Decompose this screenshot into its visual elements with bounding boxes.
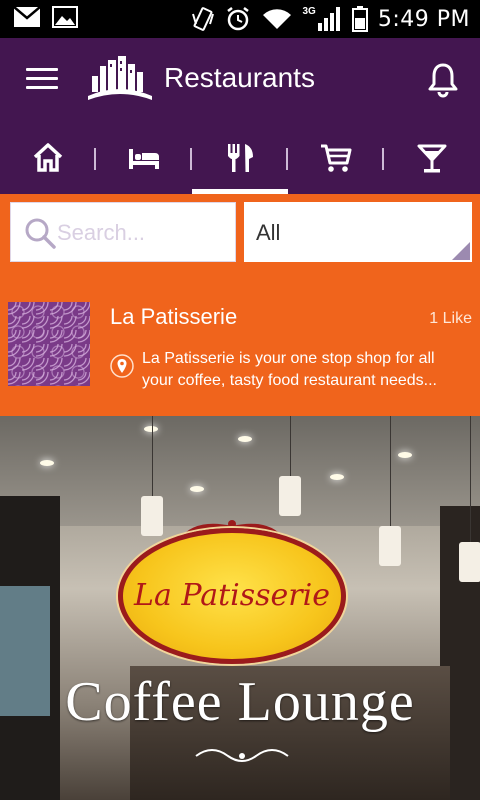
search-icon — [25, 218, 56, 249]
wifi-icon — [262, 9, 291, 29]
home-icon — [33, 143, 63, 172]
vibrate-icon — [191, 7, 214, 31]
restaurant-description: La Patisserie is your one stop shop for … — [142, 350, 437, 389]
sign-brand-name: La Patisserie — [134, 578, 330, 613]
location-pin-icon — [110, 354, 134, 378]
search-row: All — [0, 194, 480, 268]
network-type: 3G — [302, 5, 316, 17]
clock: 5:49 PM — [377, 6, 470, 32]
restaurant-thumbnail — [8, 302, 90, 386]
hamburger-icon[interactable] — [26, 68, 58, 92]
dropdown-corner-icon — [452, 242, 470, 260]
fork-knife-icon — [228, 144, 253, 172]
restaurant-title: La Patisserie — [110, 304, 238, 329]
gmail-icon — [14, 7, 40, 27]
signal-icon — [317, 7, 340, 31]
bed-icon — [129, 149, 159, 169]
page-title: Restaurants — [164, 62, 315, 93]
sign-subtitle: Coffee Lounge — [65, 671, 415, 733]
search-input[interactable] — [57, 213, 231, 253]
likes-count: 1 Like — [429, 310, 472, 327]
list-item[interactable]: La Patisserie 1 Like La Patisserie is yo… — [0, 268, 480, 416]
tab-home[interactable] — [0, 122, 96, 194]
filter-selected-value: All — [256, 220, 281, 245]
alarm-icon — [226, 7, 249, 31]
bell-icon[interactable] — [426, 62, 460, 98]
cart-icon — [321, 144, 352, 172]
city-skyline-logo — [88, 56, 152, 100]
sign-flourish-ornament — [195, 749, 289, 762]
hero-image: La Patisserie Coffee Lounge — [0, 416, 480, 800]
status-bar: 3G 5:49 PM — [0, 0, 480, 38]
category-tabs — [0, 122, 480, 194]
app-bar: Restaurants — [0, 38, 480, 122]
tab-shopping[interactable] — [288, 122, 384, 194]
tab-hotels[interactable] — [96, 122, 192, 194]
tab-restaurants[interactable] — [192, 122, 288, 194]
filter-dropdown[interactable]: All — [244, 202, 472, 262]
cocktail-icon — [417, 144, 447, 173]
tab-bars[interactable] — [384, 122, 480, 194]
search-box — [10, 202, 236, 262]
gallery-icon — [52, 6, 78, 28]
battery-icon — [351, 6, 368, 32]
